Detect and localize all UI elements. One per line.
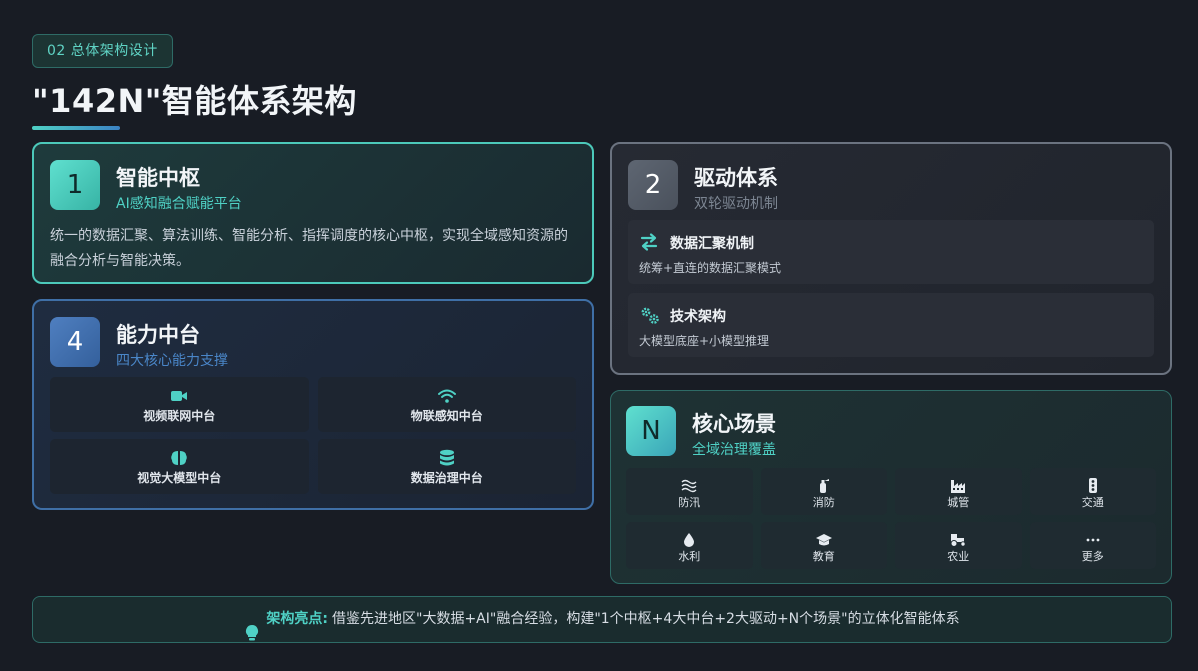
scene-city-management[interactable]: 城管	[895, 468, 1022, 515]
graduation-cap-icon	[761, 529, 888, 546]
section-tag: 02 总体架构设计	[32, 34, 173, 68]
driver-item-desc: 统筹+直连的数据汇聚模式	[639, 261, 782, 275]
water-waves-icon	[626, 475, 753, 492]
capability-card: 4 能力中台 四大核心能力支撑 视频联网中台 物联感知中台 视觉大模型中台 数据…	[32, 299, 594, 510]
water-drop-icon	[626, 529, 753, 547]
driver-item-tech-architecture[interactable]: 技术架构 大模型底座+小模型推理	[628, 293, 1154, 357]
brain-icon	[50, 447, 309, 467]
scenes-title: 核心场景	[692, 412, 776, 436]
capability-number-badge: 4	[50, 317, 100, 367]
driver-item-title: 数据汇聚机制	[670, 236, 754, 252]
scene-label: 城管	[947, 496, 970, 509]
scenes-number-badge: N	[626, 406, 676, 456]
capability-grid: 视频联网中台 物联感知中台 视觉大模型中台 数据治理中台	[50, 377, 576, 494]
traffic-light-icon	[1030, 475, 1157, 493]
page-title: "142N"智能体系架构	[32, 82, 357, 120]
industry-icon	[895, 475, 1022, 493]
driver-item-title: 技术架构	[670, 309, 726, 325]
scene-label: 水利	[678, 550, 701, 563]
highlight-label: 架构亮点:	[266, 611, 329, 627]
tractor-icon	[895, 529, 1022, 547]
scene-water-conservancy[interactable]: 水利	[626, 522, 753, 569]
ellipsis-icon	[1030, 529, 1157, 546]
cogs-icon	[639, 304, 659, 324]
scene-agriculture[interactable]: 农业	[895, 522, 1022, 569]
video-camera-icon	[50, 385, 309, 405]
driver-card: 2 驱动体系 双轮驱动机制 数据汇聚机制 统筹+直连的数据汇聚模式 技术架构 大…	[610, 142, 1172, 375]
scene-label: 消防	[812, 496, 835, 509]
capability-subtitle: 四大核心能力支撑	[116, 353, 228, 369]
capability-item-iot[interactable]: 物联感知中台	[317, 377, 577, 432]
scene-education[interactable]: 教育	[760, 522, 888, 569]
hub-title: 智能中枢	[116, 166, 200, 190]
capability-item-vision-model[interactable]: 视觉大模型中台	[50, 439, 309, 494]
hub-card: 1 智能中枢 AI感知融合赋能平台 统一的数据汇聚、算法训练、智能分析、指挥调度…	[32, 142, 594, 284]
scene-label: 教育	[812, 550, 835, 563]
title-underline	[32, 126, 120, 130]
scenes-grid: 防汛 消防 城管 交通 水利 教育 农业 更多	[626, 468, 1156, 569]
scene-traffic[interactable]: 交通	[1029, 468, 1157, 515]
hub-number-badge: 1	[50, 160, 100, 210]
capability-title: 能力中台	[116, 323, 200, 347]
lightbulb-icon	[244, 611, 260, 641]
exchange-arrows-icon	[639, 231, 659, 251]
wifi-icon	[318, 385, 577, 405]
capability-item-video[interactable]: 视频联网中台	[50, 377, 309, 432]
database-icon	[318, 447, 577, 467]
scene-label: 更多	[1081, 550, 1104, 563]
fire-extinguisher-icon	[761, 475, 888, 493]
highlight-text: 借鉴先进地区"大数据+AI"融合经验，构建"1个中枢+4大中台+2大驱动+N个场…	[332, 611, 960, 627]
scene-more[interactable]: 更多	[1029, 522, 1157, 569]
driver-item-data-aggregation[interactable]: 数据汇聚机制 统筹+直连的数据汇聚模式	[628, 220, 1154, 284]
capability-item-label: 视频联网中台	[143, 409, 216, 423]
driver-subtitle: 双轮驱动机制	[694, 196, 778, 212]
scenes-subtitle: 全域治理覆盖	[692, 442, 776, 458]
scene-label: 防汛	[678, 496, 701, 509]
driver-number-badge: 2	[628, 160, 678, 210]
scene-fire-fighting[interactable]: 消防	[760, 468, 888, 515]
driver-item-desc: 大模型底座+小模型推理	[639, 334, 770, 348]
scene-label: 农业	[947, 550, 970, 563]
scene-label: 交通	[1081, 496, 1104, 509]
scene-flood-control[interactable]: 防汛	[626, 468, 753, 515]
capability-item-data-governance[interactable]: 数据治理中台	[317, 439, 577, 494]
architecture-highlight: 架构亮点: 借鉴先进地区"大数据+AI"融合经验，构建"1个中枢+4大中台+2大驱…	[32, 596, 1172, 643]
capability-item-label: 视觉大模型中台	[137, 471, 222, 485]
hub-description: 统一的数据汇聚、算法训练、智能分析、指挥调度的核心中枢，实现全域感知资源的融合分…	[50, 228, 568, 269]
hub-subtitle: AI感知融合赋能平台	[116, 196, 242, 212]
capability-item-label: 物联感知中台	[410, 409, 483, 423]
capability-item-label: 数据治理中台	[410, 471, 483, 485]
scenes-card: N 核心场景 全域治理覆盖 防汛 消防 城管 交通 水利 教育 农业 更多	[610, 390, 1172, 584]
driver-title: 驱动体系	[694, 166, 778, 190]
